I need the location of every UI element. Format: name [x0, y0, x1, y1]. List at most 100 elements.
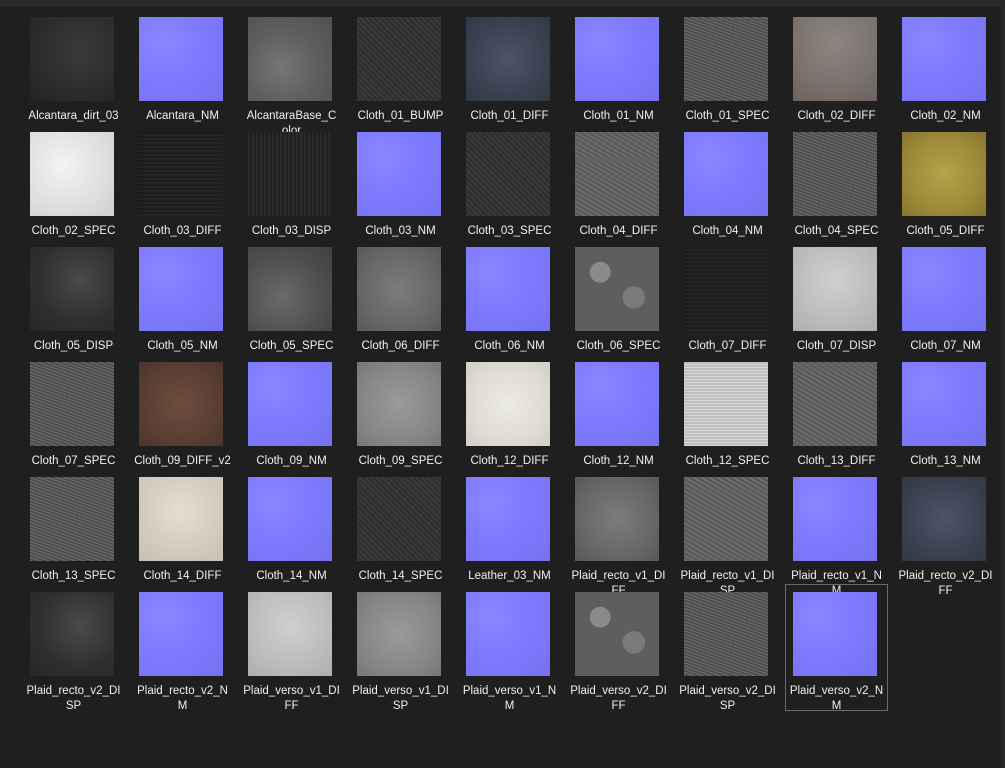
thumbnail-item[interactable]: Cloth_07_SPEC [22, 354, 125, 481]
thumbnail-item[interactable]: Cloth_04_NM [676, 124, 779, 251]
texture-thumbnail-image[interactable] [357, 477, 441, 561]
thumbnail-item[interactable]: Plaid_recto_v1_DI FF [567, 469, 670, 597]
thumbnail-item[interactable]: Cloth_13_NM [894, 354, 997, 481]
texture-thumbnail-image[interactable] [466, 17, 550, 101]
thumbnail-item[interactable]: Cloth_06_SPEC [567, 239, 670, 366]
texture-thumbnail-image[interactable] [902, 362, 986, 446]
thumbnail-item[interactable]: Cloth_12_NM [567, 354, 670, 481]
thumbnail-item[interactable]: Plaid_verso_v2_N M [785, 584, 888, 712]
texture-thumbnail-image[interactable] [902, 477, 986, 561]
texture-thumbnail-image[interactable] [902, 17, 986, 101]
texture-thumbnail-image[interactable] [357, 247, 441, 331]
texture-thumbnail-image[interactable] [357, 362, 441, 446]
thumbnail-item[interactable]: Cloth_03_DISP [240, 124, 343, 251]
texture-thumbnail-image[interactable] [793, 247, 877, 331]
texture-thumbnail-image[interactable] [684, 362, 768, 446]
texture-thumbnail-image[interactable] [466, 132, 550, 216]
texture-thumbnail-image[interactable] [793, 17, 877, 101]
texture-thumbnail-image[interactable] [466, 247, 550, 331]
texture-thumbnail-image[interactable] [466, 362, 550, 446]
texture-thumbnail-image[interactable] [793, 477, 877, 561]
texture-thumbnail-image[interactable] [248, 362, 332, 446]
thumbnail-item[interactable]: Plaid_recto_v1_N M [785, 469, 888, 597]
thumbnail-item[interactable]: Plaid_verso_v1_DI SP [349, 584, 452, 712]
thumbnail-item[interactable]: Plaid_recto_v2_DI FF [894, 469, 997, 597]
thumbnail-item[interactable]: Cloth_07_NM [894, 239, 997, 366]
texture-thumbnail-image[interactable] [575, 362, 659, 446]
thumbnail-item[interactable]: Cloth_03_DIFF [131, 124, 234, 251]
thumbnail-item[interactable]: Cloth_09_NM [240, 354, 343, 481]
texture-thumbnail-image[interactable] [139, 477, 223, 561]
thumbnail-item[interactable]: Cloth_05_DIFF [894, 124, 997, 251]
thumbnail-item[interactable]: Cloth_06_NM [458, 239, 561, 366]
thumbnail-item[interactable]: Plaid_verso_v1_N M [458, 584, 561, 712]
thumbnail-item[interactable]: Cloth_13_DIFF [785, 354, 888, 481]
thumbnail-item[interactable]: Cloth_14_NM [240, 469, 343, 596]
texture-thumbnail-image[interactable] [684, 477, 768, 561]
texture-thumbnail-image[interactable] [902, 132, 986, 216]
thumbnail-item[interactable]: Alcantara_NM [131, 9, 234, 136]
thumbnail-item[interactable]: Cloth_06_DIFF [349, 239, 452, 366]
thumbnail-item[interactable]: Plaid_recto_v1_DI SP [676, 469, 779, 597]
texture-thumbnail-image[interactable] [139, 247, 223, 331]
thumbnail-item[interactable]: Plaid_verso_v2_DI SP [676, 584, 779, 712]
scrollbar-track[interactable] [1001, 0, 1005, 768]
thumbnail-item[interactable]: Cloth_02_NM [894, 9, 997, 136]
thumbnail-item[interactable]: Cloth_03_SPEC [458, 124, 561, 251]
texture-thumbnail-image[interactable] [248, 17, 332, 101]
texture-thumbnail-image[interactable] [30, 477, 114, 561]
thumbnail-item[interactable]: Plaid_verso_v1_DI FF [240, 584, 343, 712]
thumbnail-item[interactable]: Cloth_02_DIFF [785, 9, 888, 136]
texture-thumbnail-image[interactable] [902, 247, 986, 331]
texture-thumbnail-image[interactable] [139, 592, 223, 676]
texture-thumbnail-image[interactable] [30, 17, 114, 101]
thumbnail-item[interactable]: Cloth_09_DIFF_v2 [131, 354, 234, 481]
thumbnail-item[interactable]: Cloth_14_SPEC [349, 469, 452, 596]
texture-thumbnail-image[interactable] [357, 132, 441, 216]
thumbnail-item[interactable]: Cloth_02_SPEC [22, 124, 125, 251]
thumbnail-item[interactable]: Cloth_14_DIFF [131, 469, 234, 596]
thumbnail-item[interactable]: Cloth_05_SPEC [240, 239, 343, 366]
texture-thumbnail-image[interactable] [248, 592, 332, 676]
texture-thumbnail-image[interactable] [466, 592, 550, 676]
texture-thumbnail-image[interactable] [684, 17, 768, 101]
thumbnail-item[interactable]: Cloth_01_NM [567, 9, 670, 136]
texture-thumbnail-image[interactable] [575, 17, 659, 101]
thumbnail-item[interactable]: Cloth_05_NM [131, 239, 234, 366]
texture-thumbnail-image[interactable] [357, 17, 441, 101]
thumbnail-item[interactable]: Alcantara_dirt_03 [22, 9, 125, 136]
thumbnail-item[interactable]: Cloth_09_SPEC [349, 354, 452, 481]
thumbnail-item[interactable]: Cloth_05_DISP [22, 239, 125, 366]
texture-thumbnail-image[interactable] [30, 132, 114, 216]
thumbnail-item[interactable]: Cloth_01_SPEC [676, 9, 779, 136]
thumbnail-item[interactable]: Plaid_verso_v2_DI FF [567, 584, 670, 712]
texture-thumbnail-image[interactable] [357, 592, 441, 676]
thumbnail-item[interactable]: Cloth_04_DIFF [567, 124, 670, 251]
thumbnail-item[interactable]: Cloth_07_DIFF [676, 239, 779, 366]
texture-thumbnail-image[interactable] [684, 247, 768, 331]
texture-thumbnail-image[interactable] [248, 247, 332, 331]
thumbnail-item[interactable]: Plaid_recto_v2_N M [131, 584, 234, 712]
texture-thumbnail-image[interactable] [575, 247, 659, 331]
texture-thumbnail-image[interactable] [139, 132, 223, 216]
texture-thumbnail-image[interactable] [684, 592, 768, 676]
texture-thumbnail-image[interactable] [30, 362, 114, 446]
thumbnail-item[interactable]: Cloth_12_SPEC [676, 354, 779, 481]
thumbnail-item[interactable]: Cloth_13_SPEC [22, 469, 125, 596]
thumbnail-item[interactable]: Cloth_04_SPEC [785, 124, 888, 251]
thumbnail-item[interactable]: Plaid_recto_v2_DI SP [22, 584, 125, 712]
texture-thumbnail-image[interactable] [139, 17, 223, 101]
texture-thumbnail-image[interactable] [30, 592, 114, 676]
thumbnail-item[interactable]: Cloth_12_DIFF [458, 354, 561, 481]
texture-thumbnail-image[interactable] [793, 362, 877, 446]
thumbnail-item[interactable]: AlcantaraBase_C olor [240, 9, 343, 137]
texture-thumbnail-image[interactable] [30, 247, 114, 331]
texture-thumbnail-image[interactable] [248, 477, 332, 561]
texture-thumbnail-image[interactable] [575, 477, 659, 561]
texture-thumbnail-image[interactable] [575, 132, 659, 216]
texture-thumbnail-image[interactable] [793, 132, 877, 216]
texture-thumbnail-image[interactable] [575, 592, 659, 676]
thumbnail-item[interactable]: Cloth_01_BUMP [349, 9, 452, 136]
thumbnail-item[interactable]: Cloth_07_DISP [785, 239, 888, 366]
texture-thumbnail-image[interactable] [793, 592, 877, 676]
